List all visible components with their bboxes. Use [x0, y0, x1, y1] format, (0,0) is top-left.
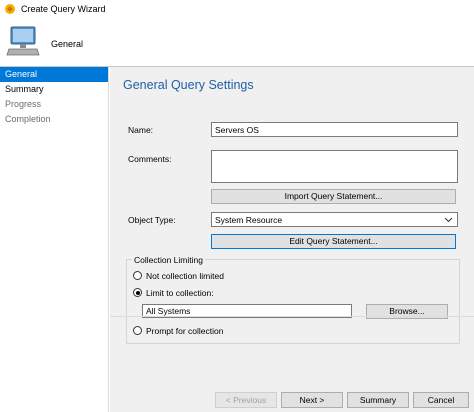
configmgr-app-icon	[5, 3, 15, 14]
previous-button[interactable]: < Previous	[215, 392, 277, 408]
object-type-select[interactable]: System Resource	[211, 212, 458, 227]
object-type-label: Object Type:	[128, 215, 176, 225]
radio-limit-to-collection[interactable]	[133, 288, 142, 297]
name-input[interactable]: Servers OS	[211, 122, 458, 137]
radio-limit-to-collection-label: Limit to collection:	[146, 288, 214, 298]
header-title: General	[51, 39, 84, 49]
main-content: General Query Settings Name: Servers OS …	[110, 67, 474, 412]
window-title: Create Query Wizard	[21, 3, 106, 14]
radio-not-limited[interactable]	[133, 271, 142, 280]
nav-item-completion[interactable]: Completion	[0, 112, 108, 127]
collection-limiting-title: Collection Limiting	[132, 255, 205, 265]
wizard-nav: General Summary Progress Completion	[0, 67, 109, 412]
radio-prompt-for-collection[interactable]	[133, 326, 142, 335]
object-type-value: System Resource	[215, 215, 283, 225]
radio-prompt-for-collection-label: Prompt for collection	[146, 326, 224, 336]
nav-item-summary[interactable]: Summary	[0, 82, 108, 97]
import-query-button[interactable]: Import Query Statement...	[211, 189, 456, 204]
nav-item-progress[interactable]: Progress	[0, 97, 108, 112]
name-label: Name:	[128, 125, 154, 135]
chevron-down-icon	[444, 217, 453, 223]
edit-query-button[interactable]: Edit Query Statement...	[211, 234, 456, 249]
cancel-button[interactable]: Cancel	[413, 392, 469, 408]
footer-divider	[110, 316, 474, 317]
comments-input[interactable]	[211, 150, 458, 183]
nav-item-general[interactable]: General	[0, 67, 108, 82]
radio-not-limited-label: Not collection limited	[146, 271, 224, 281]
comments-label: Comments:	[128, 154, 172, 164]
wizard-header: General	[0, 17, 474, 67]
section-title: General Query Settings	[123, 78, 254, 92]
summary-button[interactable]: Summary	[347, 392, 409, 408]
next-button[interactable]: Next >	[281, 392, 343, 408]
title-bar: Create Query Wizard	[0, 0, 474, 17]
computer-icon	[6, 26, 40, 56]
